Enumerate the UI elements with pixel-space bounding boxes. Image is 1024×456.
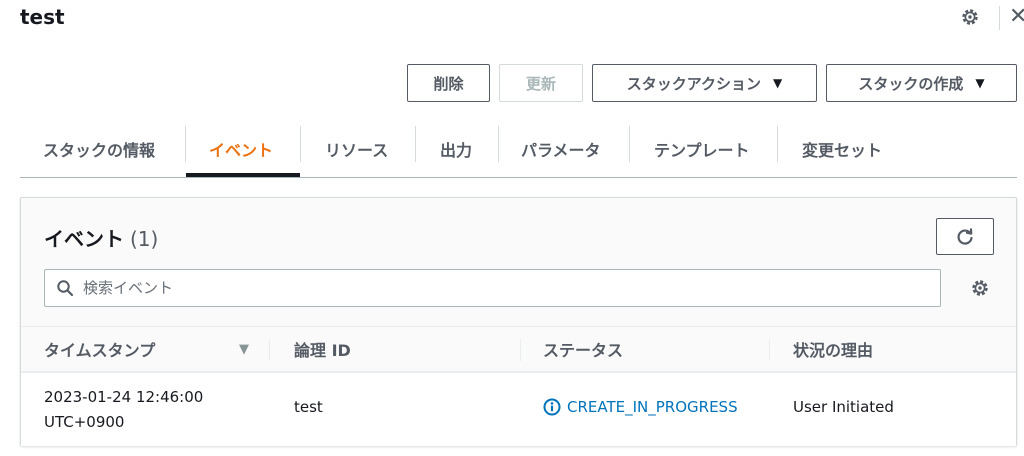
- tab-divider: [185, 126, 186, 162]
- header-divider: [999, 6, 1000, 30]
- column-divider: [269, 339, 270, 361]
- caret-down-icon: ▼: [773, 76, 783, 90]
- events-title: イベント: [44, 227, 124, 251]
- table-row: 2023-01-24 12:46:00 UTC+0900 test CREATE…: [21, 372, 1016, 446]
- status-cell[interactable]: CREATE_IN_PROGRESS: [543, 398, 738, 416]
- caret-down-icon: ▼: [975, 76, 985, 90]
- gear-icon[interactable]: [959, 6, 981, 28]
- tab-parameters[interactable]: パラメータ: [521, 121, 601, 177]
- active-tab-indicator: [186, 173, 300, 177]
- tab-divider: [300, 126, 301, 162]
- tab-events[interactable]: イベント: [209, 121, 273, 177]
- tab-divider: [498, 126, 499, 162]
- tab-divider: [629, 126, 630, 162]
- delete-button[interactable]: 削除: [407, 64, 490, 102]
- stack-actions-button[interactable]: スタックアクション ▼: [592, 64, 817, 102]
- tab-resources[interactable]: リソース: [325, 121, 388, 177]
- events-panel: イベント(1) タイムスタンプ ▼ 論理 ID ステータス 状況の理由 2023…: [20, 197, 1017, 446]
- timestamp-cell: 2023-01-24 12:46:00 UTC+0900: [44, 385, 203, 435]
- column-divider: [769, 339, 770, 361]
- tab-divider: [777, 126, 778, 162]
- tab-outputs[interactable]: 出力: [440, 121, 472, 177]
- status-text: CREATE_IN_PROGRESS: [567, 398, 738, 416]
- refresh-icon: [957, 227, 973, 245]
- tab-bar: スタックの情報 イベント リソース 出力 パラメータ テンプレート 変更セット: [20, 121, 1017, 178]
- gear-icon[interactable]: [969, 277, 991, 299]
- column-header-status[interactable]: ステータス: [543, 327, 623, 371]
- search-input[interactable]: [83, 279, 903, 297]
- column-header-timestamp[interactable]: タイムスタンプ: [44, 327, 155, 371]
- search-box: [44, 269, 941, 307]
- tab-template[interactable]: テンプレート: [654, 121, 750, 177]
- column-header-logical-id[interactable]: 論理 ID: [294, 327, 351, 371]
- events-count: (1): [130, 227, 159, 251]
- refresh-button[interactable]: [936, 218, 994, 255]
- page-title: test: [20, 5, 65, 29]
- table-header: タイムスタンプ ▼ 論理 ID ステータス 状況の理由: [21, 326, 1016, 372]
- delete-button-label: 削除: [433, 74, 464, 93]
- info-icon: [543, 398, 561, 416]
- logical-id-cell: test: [294, 398, 323, 416]
- search-icon: [55, 278, 75, 298]
- tab-stack-info[interactable]: スタックの情報: [43, 121, 155, 177]
- timestamp-zone: UTC+0900: [44, 413, 125, 431]
- column-divider: [520, 339, 521, 361]
- create-stack-label: スタックの作成: [858, 74, 964, 93]
- create-stack-button[interactable]: スタックの作成 ▼: [826, 64, 1017, 102]
- timestamp-date: 2023-01-24 12:46:00: [44, 388, 204, 406]
- reason-cell: User Initiated: [793, 398, 894, 416]
- sort-desc-icon[interactable]: ▼: [239, 342, 249, 357]
- events-heading: イベント (1): [44, 223, 158, 252]
- tab-divider: [415, 126, 416, 162]
- update-button-label: 更新: [525, 74, 556, 93]
- stack-actions-label: スタックアクション: [626, 74, 762, 93]
- tab-change-sets[interactable]: 変更セット: [802, 121, 882, 177]
- update-button[interactable]: 更新: [499, 64, 583, 102]
- close-icon[interactable]: ✕: [1009, 4, 1024, 30]
- column-header-reason[interactable]: 状況の理由: [793, 327, 873, 371]
